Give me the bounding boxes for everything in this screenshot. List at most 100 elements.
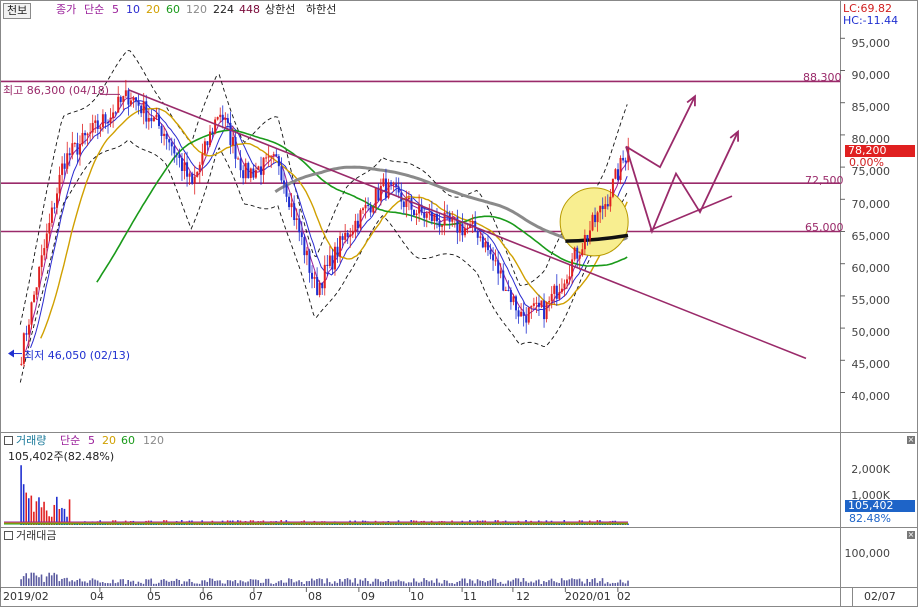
candle-body: [619, 157, 622, 181]
ma-10-line: [30, 100, 628, 348]
candle-body: [540, 300, 543, 307]
candle-body: [242, 170, 245, 179]
volume-ma-period-60[interactable]: 60: [121, 435, 135, 447]
amount-bar: [163, 579, 165, 586]
candle-body: [305, 250, 308, 256]
x-axis-label: 10: [410, 590, 424, 603]
level-label-65000: 65,000: [805, 221, 844, 234]
ma-period-224[interactable]: 224: [213, 4, 234, 16]
hc-indicator: HC:-11.44: [843, 14, 899, 27]
amount-bar: [356, 583, 359, 586]
amount-bar: [581, 581, 583, 586]
price-tick: 55,000: [851, 294, 891, 307]
price-tick: 95,000: [851, 37, 891, 50]
ma-period-10[interactable]: 10: [126, 4, 140, 16]
candle-body: [489, 250, 492, 255]
amount-bar: [435, 578, 438, 586]
chart-canvas[interactable]: [0, 0, 918, 607]
amount-bar: [145, 579, 147, 586]
candle-body: [308, 250, 311, 273]
candle-body: [568, 276, 571, 280]
candle-body: [94, 120, 97, 123]
candle-body: [66, 153, 69, 169]
ma-period-20[interactable]: 20: [146, 4, 160, 16]
candle-body: [20, 363, 23, 365]
amount-bar: [423, 578, 425, 586]
amount-bar: [548, 580, 550, 586]
candle-body: [512, 296, 515, 303]
amount-bar: [262, 582, 265, 586]
candle-body: [142, 101, 145, 114]
candle-body: [566, 279, 569, 284]
amount-bar: [219, 580, 221, 586]
candle-body: [413, 209, 416, 216]
candle-body: [135, 97, 138, 102]
volume-ma-period-20[interactable]: 20: [102, 435, 116, 447]
amount-bar: [492, 578, 494, 586]
amount-bar: [476, 579, 479, 586]
candle-body: [423, 212, 426, 218]
amount-bar: [71, 580, 73, 586]
candle-body: [339, 236, 342, 257]
amount-bar: [624, 583, 627, 586]
amount-bar: [226, 580, 229, 586]
candle-body: [119, 96, 122, 103]
candle-body: [86, 133, 89, 136]
candle-body: [96, 120, 99, 129]
candle-body: [252, 168, 255, 178]
candle-body: [387, 182, 390, 198]
candle-body: [196, 171, 199, 177]
candle-body: [170, 142, 173, 147]
candle-body: [333, 246, 336, 270]
candle-body: [61, 163, 64, 175]
amount-bar: [265, 578, 267, 586]
ma-period-448[interactable]: 448: [239, 4, 260, 16]
volume-ma-period-120[interactable]: 120: [143, 435, 164, 447]
amount-bar: [497, 582, 499, 586]
amount-bar: [354, 578, 356, 586]
amount-bar: [596, 582, 599, 586]
amount-bar: [109, 583, 112, 586]
candle-body: [535, 302, 538, 304]
ma-period-120[interactable]: 120: [186, 4, 207, 16]
candle-body: [497, 260, 500, 274]
amount-bar: [323, 583, 326, 586]
volume-bar: [30, 495, 33, 525]
candle-body: [270, 155, 273, 157]
amount-bar: [142, 583, 145, 586]
volume-panel-close-icon[interactable]: ×: [907, 436, 915, 444]
amount-bar: [359, 579, 362, 586]
volume-ma-period-5[interactable]: 5: [88, 435, 95, 447]
ma-period-5[interactable]: 5: [112, 4, 119, 16]
candle-body: [392, 183, 395, 185]
candle-body: [201, 153, 204, 165]
amount-bar: [550, 578, 553, 586]
amount-bar: [594, 578, 596, 586]
amount-bar: [303, 583, 305, 586]
amount-bar: [300, 581, 303, 586]
candle-body: [160, 126, 163, 136]
low-marker-arrow-icon: [8, 349, 14, 358]
amount-bar: [507, 580, 509, 586]
amount-bar: [362, 580, 364, 586]
amount-bar: [244, 582, 247, 586]
amount-bar: [257, 580, 260, 586]
amount-bar: [91, 578, 94, 586]
candle-body: [507, 289, 510, 291]
volume-panel-toggle-icon: [4, 436, 13, 445]
candle-body: [99, 127, 102, 129]
candle-body: [53, 207, 56, 209]
candle-body: [599, 205, 602, 213]
amount-bar: [272, 583, 275, 586]
candle-body: [267, 156, 270, 158]
candle-body: [219, 114, 222, 118]
price-tick: 90,000: [851, 69, 891, 82]
amount-bar: [364, 578, 367, 586]
amount-panel-close-icon[interactable]: ×: [907, 531, 915, 539]
ma-period-60[interactable]: 60: [166, 4, 180, 16]
stock-name-button[interactable]: 천보: [3, 3, 32, 19]
candle-body: [193, 176, 196, 184]
amount-bar: [180, 583, 183, 586]
candle-body: [183, 162, 186, 171]
candle-body: [285, 184, 288, 197]
